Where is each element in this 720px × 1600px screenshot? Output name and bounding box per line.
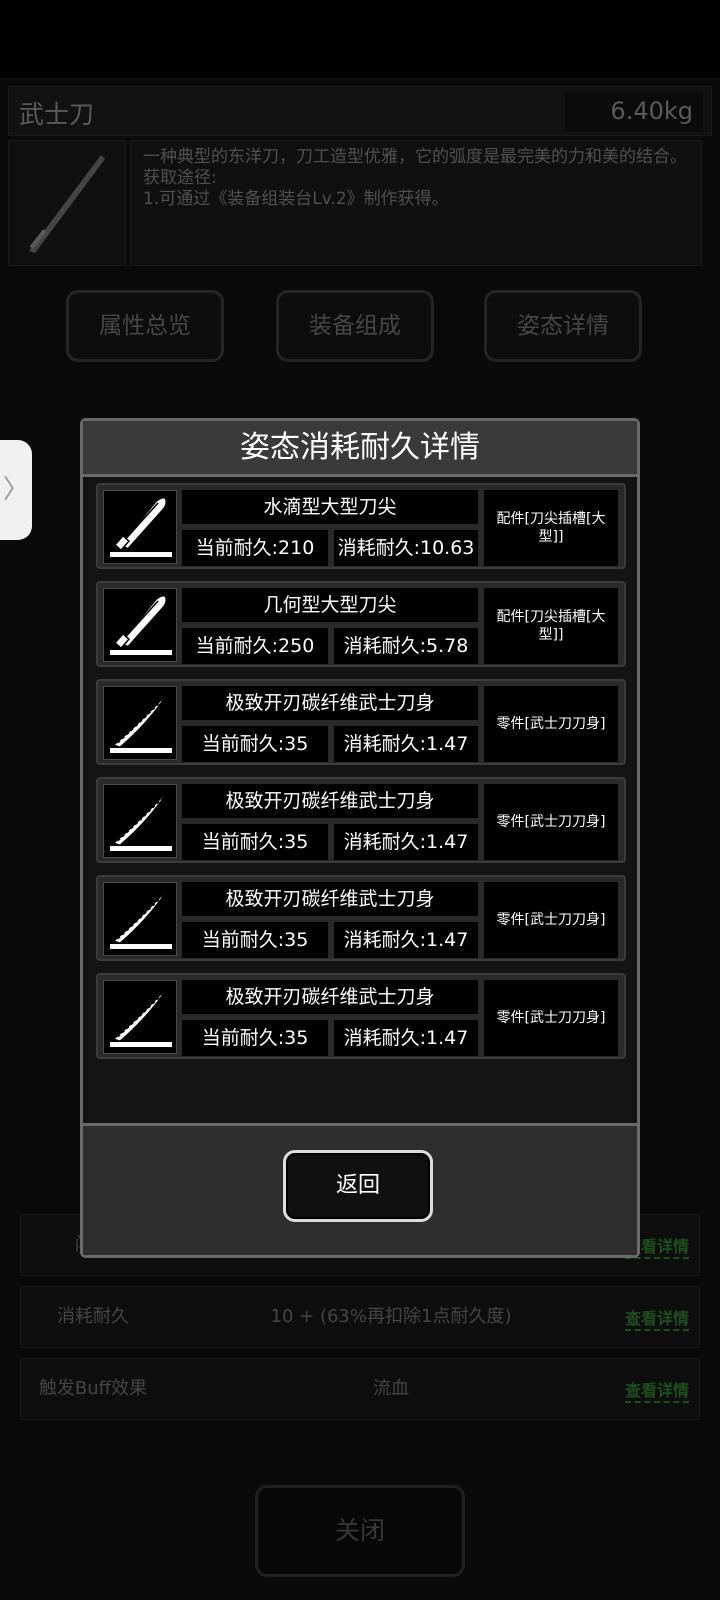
tip-icon	[103, 588, 177, 662]
component-item: 极致开刃碳纤维武士刀身 当前耐久:35 消耗耐久:1.47 零件[武士刀刀身]	[96, 679, 626, 765]
component-name: 水滴型大型刀尖	[182, 490, 478, 524]
component-slot: 配件[刀尖插槽[大型]]	[484, 588, 618, 664]
blade-icon	[103, 882, 177, 956]
component-item: 水滴型大型刀尖 当前耐久:210 消耗耐久:10.63 配件[刀尖插槽[大型]]	[96, 483, 626, 569]
durability-cost: 消耗耐久:10.63	[334, 530, 478, 566]
component-name: 极致开刃碳纤维武士刀身	[182, 686, 478, 720]
slot-label: 零件[武士刀刀身]	[496, 814, 606, 830]
durability-cost-dialog: 姿态消耗耐久详情 水滴型大型刀尖 当前耐久:210 消耗耐久:10.63 配件[刀尖插…	[80, 418, 640, 1258]
current-durability: 当前耐久:35	[182, 726, 328, 762]
current-durability: 当前耐久:250	[182, 628, 328, 664]
durability-bar	[110, 650, 172, 655]
component-item: 极致开刃碳纤维武士刀身 当前耐久:35 消耗耐久:1.47 零件[武士刀刀身]	[96, 973, 626, 1059]
current-durability: 当前耐久:35	[182, 1020, 328, 1056]
slot-label: 零件[武士刀刀身]	[496, 716, 606, 732]
component-slot: 零件[武士刀刀身]	[484, 686, 618, 762]
component-slot: 零件[武士刀刀身]	[484, 784, 618, 860]
back-button[interactable]: 返回	[283, 1150, 433, 1222]
component-item: 极致开刃碳纤维武士刀身 当前耐久:35 消耗耐久:1.47 零件[武士刀刀身]	[96, 777, 626, 863]
durability-bar	[110, 552, 172, 557]
durability-bar	[110, 1042, 172, 1047]
blade-icon	[103, 784, 177, 858]
durability-cost: 消耗耐久:5.78	[334, 628, 478, 664]
current-durability: 当前耐久:210	[182, 530, 328, 566]
slot-label: 配件[刀尖插槽[大型]]	[496, 609, 606, 643]
component-name: 极致开刃碳纤维武士刀身	[182, 980, 478, 1014]
dialog-footer: 返回	[83, 1123, 637, 1255]
dialog-title: 姿态消耗耐久详情	[83, 421, 637, 477]
durability-cost: 消耗耐久:1.47	[334, 1020, 478, 1056]
current-durability: 当前耐久:35	[182, 922, 328, 958]
blade-icon	[103, 980, 177, 1054]
durability-bar	[110, 944, 172, 949]
durability-cost: 消耗耐久:1.47	[334, 922, 478, 958]
component-name: 极致开刃碳纤维武士刀身	[182, 784, 478, 818]
durability-bar	[110, 846, 172, 851]
component-item: 几何型大型刀尖 当前耐久:250 消耗耐久:5.78 配件[刀尖插槽[大型]]	[96, 581, 626, 667]
component-slot: 零件[武士刀刀身]	[484, 980, 618, 1056]
tip-icon	[103, 490, 177, 564]
durability-cost: 消耗耐久:1.47	[334, 824, 478, 860]
component-slot: 配件[刀尖插槽[大型]]	[484, 490, 618, 566]
durability-cost: 消耗耐久:1.47	[334, 726, 478, 762]
component-slot: 零件[武士刀刀身]	[484, 882, 618, 958]
current-durability: 当前耐久:35	[182, 824, 328, 860]
component-name: 极致开刃碳纤维武士刀身	[182, 882, 478, 916]
slot-label: 配件[刀尖插槽[大型]]	[496, 511, 606, 545]
side-drawer-tab[interactable]: 〉	[0, 440, 32, 540]
slot-label: 零件[武士刀刀身]	[496, 1010, 606, 1026]
blade-icon	[103, 686, 177, 760]
component-item: 极致开刃碳纤维武士刀身 当前耐久:35 消耗耐久:1.47 零件[武士刀刀身]	[96, 875, 626, 961]
durability-bar	[110, 748, 172, 753]
component-name: 几何型大型刀尖	[182, 588, 478, 622]
slot-label: 零件[武士刀刀身]	[496, 912, 606, 928]
